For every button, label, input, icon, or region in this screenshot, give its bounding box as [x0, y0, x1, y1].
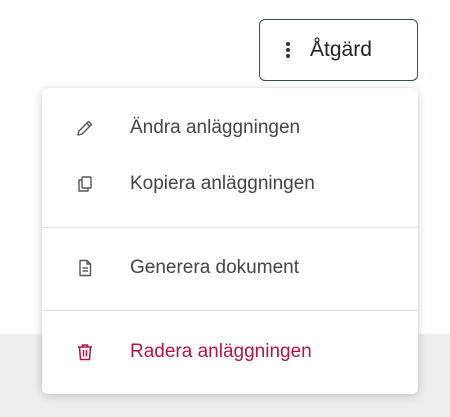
menu-divider: [42, 310, 418, 311]
menu-item-edit-label: Ändra anläggningen: [130, 117, 301, 138]
action-menu-button[interactable]: Åtgärd: [259, 19, 418, 81]
menu-item-generate-document-label: Generera dokument: [130, 257, 299, 278]
copy-icon: [74, 173, 96, 195]
menu-item-edit[interactable]: Ändra anläggningen: [42, 106, 418, 150]
trash-icon: [74, 341, 96, 363]
menu-item-delete[interactable]: Radera anläggningen: [42, 330, 418, 374]
menu-item-generate-document[interactable]: Generera dokument: [42, 246, 418, 290]
kebab-vertical-icon: [286, 42, 290, 58]
action-menu-button-label: Åtgärd: [310, 38, 372, 61]
document-icon: [74, 257, 96, 279]
menu-divider: [42, 227, 418, 228]
menu-item-delete-label: Radera anläggningen: [130, 341, 312, 362]
menu-item-copy-label: Kopiera anläggningen: [130, 173, 315, 194]
action-dropdown-menu: Ändra anläggningen Kopiera anläggningen …: [42, 88, 418, 394]
menu-item-copy[interactable]: Kopiera anläggningen: [42, 162, 418, 206]
pencil-icon: [74, 117, 96, 139]
